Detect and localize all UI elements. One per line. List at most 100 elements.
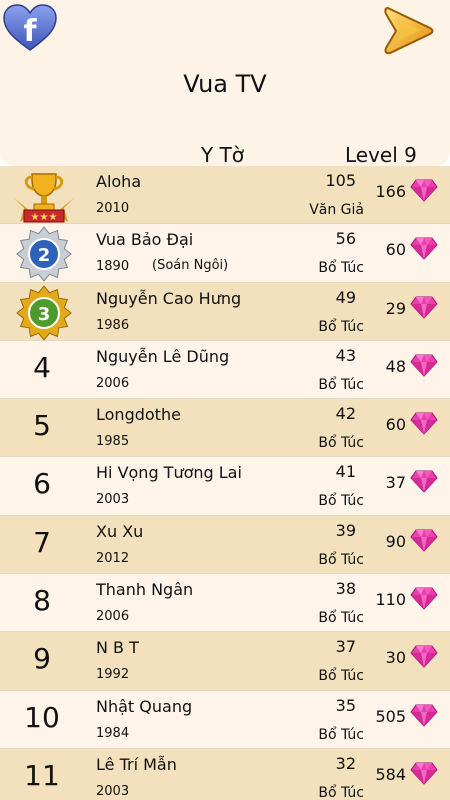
join-year: 2003 — [96, 783, 130, 799]
rank-number: 9 — [33, 642, 51, 676]
gem-count: 60 — [385, 415, 406, 435]
join-year: 2010 — [96, 201, 130, 216]
rank-number: 11 — [24, 758, 60, 792]
leaderboard-list[interactable]: ★★★ Aloha 2010 105 Văn Giả 166 2 Vua Bảo Đại 189… — [0, 166, 450, 800]
join-year: 1992 — [96, 667, 130, 683]
player-title: Bổ Túc — [318, 260, 364, 277]
player-level: 32 — [335, 753, 356, 773]
facebook-heart-icon[interactable]: f — [2, 3, 58, 53]
rank-number: 4 — [33, 350, 51, 384]
player-name: Vua Bảo Đại — [96, 230, 194, 250]
rank-number: 8 — [33, 584, 51, 618]
leaderboard-row[interactable]: 8 Thanh Ngân 2006 38 Bổ Túc 110 — [0, 574, 450, 633]
gem-count: 166 — [375, 182, 406, 201]
player-title: Bổ Túc — [318, 668, 364, 685]
gem-count: 60 — [385, 240, 406, 260]
player-name: N B T — [96, 638, 139, 658]
join-year: 2012 — [96, 550, 130, 566]
player-title: Bổ Túc — [318, 376, 364, 393]
player-name: Y Tờ — [201, 143, 245, 167]
leaderboard-row[interactable]: 4 Nguyễn Lê Dũng 2006 43 Bổ Túc 48 — [0, 340, 450, 400]
trophy-icon: ★★★ — [10, 168, 78, 224]
player-title: Bổ Túc — [318, 551, 364, 568]
leaderboard-row[interactable]: 5 Longdothe 1985 42 Bổ Túc 60 — [0, 399, 450, 458]
join-year: 1985 — [96, 434, 130, 450]
gem-icon[interactable] — [410, 528, 438, 552]
player-title: Bổ Túc — [318, 318, 364, 335]
rank-number: 6 — [33, 467, 51, 501]
join-year: 1984 — [96, 725, 130, 741]
player-note: (Soán Ngôi) — [152, 258, 229, 274]
player-name: Hi Vọng Tương Lai — [96, 463, 242, 483]
player-name: Xu Xu — [96, 521, 144, 541]
gem-icon[interactable] — [410, 703, 438, 727]
player-title: Bổ Túc — [318, 610, 364, 627]
leaderboard-row[interactable]: 2 Vua Bảo Đại 1890 56 Bổ Túc 60 (Soán Ngôi) — [0, 224, 450, 283]
player-title: Bổ Túc — [318, 435, 364, 452]
join-year: 2006 — [96, 609, 130, 625]
rank-number: 7 — [33, 525, 51, 559]
player-level: 37 — [335, 637, 356, 657]
player-name: Nguyễn Lê Dũng — [96, 346, 230, 366]
player-level: 35 — [335, 695, 356, 715]
gem-count: 30 — [385, 648, 406, 668]
leaderboard-row[interactable]: 6 Hi Vọng Tương Lai 2003 41 Bổ Túc 37 — [0, 457, 450, 516]
join-year: 1890 — [96, 259, 130, 275]
join-year: 2006 — [96, 375, 130, 391]
gem-count: 90 — [385, 531, 406, 551]
leaderboard-row[interactable]: ★★★ Aloha 2010 105 Văn Giả 166 — [0, 166, 450, 225]
player-name: Aloha — [96, 172, 142, 191]
player-level: 49 — [335, 287, 356, 307]
leaderboard-row[interactable]: 3 Nguyễn Cao Hưng 1986 49 Bổ Túc 29 — [0, 282, 450, 341]
gem-icon[interactable] — [410, 644, 438, 669]
player-title: Bổ Túc — [318, 784, 364, 800]
player-name: Thanh Ngân — [96, 580, 194, 600]
player-level: 56 — [335, 229, 356, 249]
gem-count: 37 — [385, 473, 406, 493]
play-arrow-icon[interactable] — [382, 4, 436, 58]
leaderboard-row[interactable]: 10 Nhật Quang 1984 35 Bổ Túc 505 — [0, 690, 450, 749]
gem-icon[interactable] — [410, 586, 438, 610]
player-level: 43 — [335, 345, 356, 365]
join-year: 2003 — [96, 492, 130, 508]
gem-count: 110 — [375, 590, 406, 610]
player-level: 38 — [335, 579, 356, 599]
player-name: Nguyễn Cao Hưng — [96, 288, 242, 308]
leaderboard-row[interactable]: 9 N B T 1992 37 Bổ Túc 30 — [0, 632, 450, 691]
rank-number: 10 — [24, 700, 60, 734]
player-title: Bổ Túc — [318, 493, 364, 510]
player-name: Longdothe — [96, 405, 181, 425]
silver-medal-icon: 2 — [10, 226, 78, 283]
player-level: Level 9 — [345, 143, 417, 167]
rank-number: 5 — [33, 409, 51, 443]
svg-text:3: 3 — [38, 304, 51, 325]
player-level: 39 — [335, 520, 356, 540]
player-title: Bổ Túc — [318, 726, 364, 743]
gem-icon[interactable] — [410, 761, 438, 785]
page-title: Vua TV — [183, 70, 267, 98]
player-level: 42 — [335, 404, 356, 424]
player-title: Văn Giả — [309, 202, 364, 218]
gem-count: 48 — [385, 356, 406, 376]
gem-icon[interactable] — [410, 411, 438, 435]
player-name: Lê Trí Mẫn — [96, 754, 177, 774]
svg-text:★★★: ★★★ — [31, 212, 58, 223]
player-name: Nhật Quang — [96, 696, 193, 716]
svg-text:2: 2 — [38, 245, 51, 266]
leaderboard-row[interactable]: 11 Lê Trí Mẫn 2003 32 Bổ Túc 584 — [0, 748, 450, 800]
gem-icon[interactable] — [410, 236, 438, 261]
gem-count: 505 — [375, 706, 406, 726]
gem-count: 584 — [375, 764, 406, 784]
player-level: 105 — [325, 171, 356, 190]
leaderboard-row[interactable]: 7 Xu Xu 2012 39 Bổ Túc 90 — [0, 515, 450, 575]
gem-icon[interactable] — [410, 295, 438, 319]
join-year: 1986 — [96, 317, 130, 333]
svg-text:f: f — [23, 14, 37, 49]
gem-icon[interactable] — [410, 469, 438, 494]
gem-icon[interactable] — [410, 178, 438, 202]
gem-icon[interactable] — [410, 353, 438, 377]
header: f Vua TV Y Tờ Level 9 — [0, 0, 450, 167]
gem-count: 29 — [385, 298, 406, 318]
gold-medal-icon: 3 — [10, 284, 78, 341]
player-level: 41 — [335, 462, 356, 482]
